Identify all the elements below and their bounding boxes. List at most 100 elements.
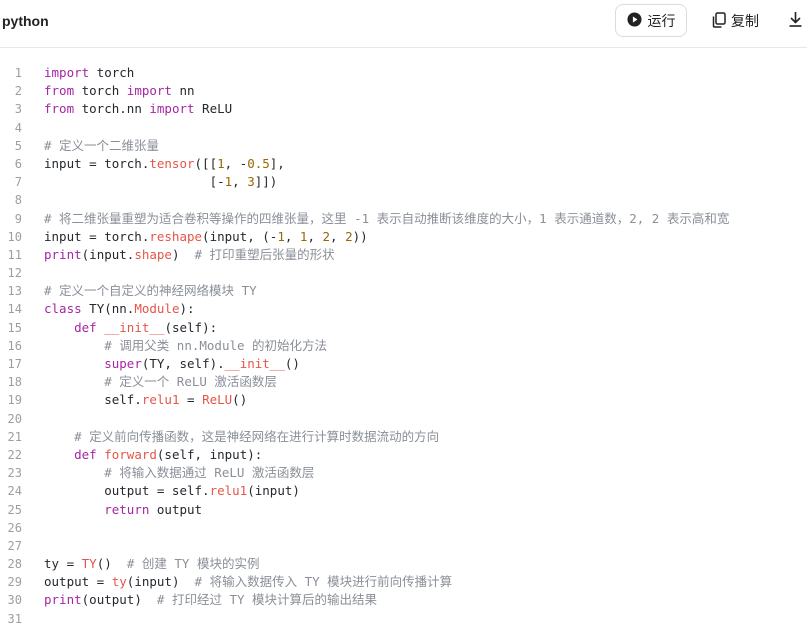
code-line: 12 [0,264,807,282]
line-number: 4 [14,120,22,135]
code-line: 2 from torch import nn [0,82,807,100]
code-token: ReLU [194,101,233,117]
code-text: # 将输入数据通过 ReLU 激活函数层 [44,464,314,482]
code-text: def __init__(self): [44,319,217,337]
code-token: import [149,101,195,117]
code-token: , [330,228,346,244]
code-token: print [44,246,82,262]
code-comment: # 打印经过 TY 模块计算后的输出结果 [156,592,378,608]
line-number: 29 [7,575,22,590]
download-icon [788,11,803,32]
code-text: output = self.relu1(input) [44,482,300,500]
line-number: 22 [7,447,22,462]
code-line: 8 [0,191,807,209]
code-token: , - [224,155,248,171]
code-token: (output) [81,592,157,608]
line-number: 27 [7,538,22,553]
code-text: # 定义一个 ReLU 激活函数层 [44,373,277,391]
code-line: 7 [-1, 3]]) [0,173,807,191]
code-text: # 将二维张量重塑为适合卷积等操作的四维张量，这里 -1 表示自动推断该维度的大… [44,210,729,228]
code-editor[interactable]: 1 import torch 2 from torch import nn 3 from … [0,64,807,628]
code-token: ty = [44,556,82,572]
code-line: 24 output = self.relu1(input) [0,482,807,500]
code-line: 1 import torch [0,64,807,82]
code-token: super [104,356,142,371]
code-text: class TY(nn.Module): [44,300,195,318]
code-line: 29 output = ty(input) # 将输入数据传入 TY 模块进行前向… [0,573,807,591]
code-line: 27 [0,537,807,555]
code-token: input = torch. [44,228,150,244]
line-number: 30 [7,593,22,608]
code-token: 2 [345,228,353,244]
code-comment: # 将输入数据传入 TY 模块进行前向传播计算 [194,574,453,590]
code-token: TY [81,556,97,572]
code-token: return [104,501,150,517]
code-line: 3 from torch.nn import ReLU [0,100,807,118]
code-text: [-1, 3]]) [44,173,278,191]
code-line: 9 # 将二维张量重塑为适合卷积等操作的四维张量，这里 -1 表示自动推断该维度的… [0,210,807,228]
code-line: 13 # 定义一个自定义的神经网络模块 TY [0,282,807,300]
line-number: 5 [14,138,22,153]
line-number: 7 [14,175,22,190]
code-token: __init__ [224,356,285,371]
line-number: 28 [7,557,22,572]
line-number: 26 [7,520,22,535]
code-token: ): [179,301,195,317]
line-number: 25 [7,502,22,517]
code-token: 2 [322,228,331,244]
code-token: relu1 [209,483,248,499]
code-token: ([[ [194,155,218,171]
code-text: return output [44,501,202,519]
download-button[interactable] [785,10,805,32]
line-number: 6 [14,156,22,171]
code-comment: # 调用父类 nn.Module 的初始化方法 [104,337,328,353]
code-token: 1 [217,155,225,171]
code-text: self.relu1 = ReLU() [44,391,247,409]
code-text: input = torch.reshape(input, (-1, 1, 2, … [44,228,368,246]
line-number: 12 [7,266,22,281]
code-token: relu1 [141,392,180,408]
code-token: input = torch. [44,155,150,171]
code-line: 10 input = torch.reshape(input, (-1, 1, 2… [0,228,807,246]
line-number: 1 [14,66,22,80]
code-text: output = ty(input) # 将输入数据传入 TY 模块进行前向传播… [44,573,452,591]
code-token: from [44,83,75,99]
code-token: __init__ [104,319,165,335]
code-token: output = [44,574,112,590]
code-token: (input) [247,483,300,499]
code-comment: # 创建 TY 模块的实例 [126,556,260,572]
line-number: 3 [14,102,22,117]
code-line: 21 # 定义前向传播函数，这是神经网络在进行计算时数据流动的方向 [0,428,807,446]
code-text: super(TY, self).__init__() [44,355,300,373]
line-number: 18 [7,375,22,390]
code-line: 28 ty = TY() # 创建 TY 模块的实例 [0,555,807,573]
code-token: output [149,501,203,517]
line-number: 9 [14,211,22,226]
code-line: 6 input = torch.tensor([[1, -0.5], [0,155,807,173]
line-number: 15 [7,320,22,335]
play-circle-icon [626,11,642,30]
code-line: 25 return output [0,501,807,519]
code-token: () [232,392,248,408]
code-token: - [217,174,225,190]
code-token: () [96,556,127,572]
code-line: 31 [0,610,807,628]
code-token: ty [111,574,127,590]
run-button[interactable]: 运行 [615,4,687,37]
code-text: from torch.nn import ReLU [44,100,232,118]
code-text: ty = TY() # 创建 TY 模块的实例 [44,555,259,573]
code-token: ) [171,246,195,262]
code-text: def forward(self, input): [44,446,262,464]
line-number: 10 [7,229,22,244]
code-token: , [284,228,300,244]
code-token: reshape [149,228,203,244]
code-line: 11 print(input.shape) # 打印重塑后张量的形状 [0,246,807,264]
code-token: ], [269,155,285,171]
copy-button[interactable]: 复制 [712,10,759,32]
code-token: () [284,356,300,371]
code-token: shape [134,246,172,262]
